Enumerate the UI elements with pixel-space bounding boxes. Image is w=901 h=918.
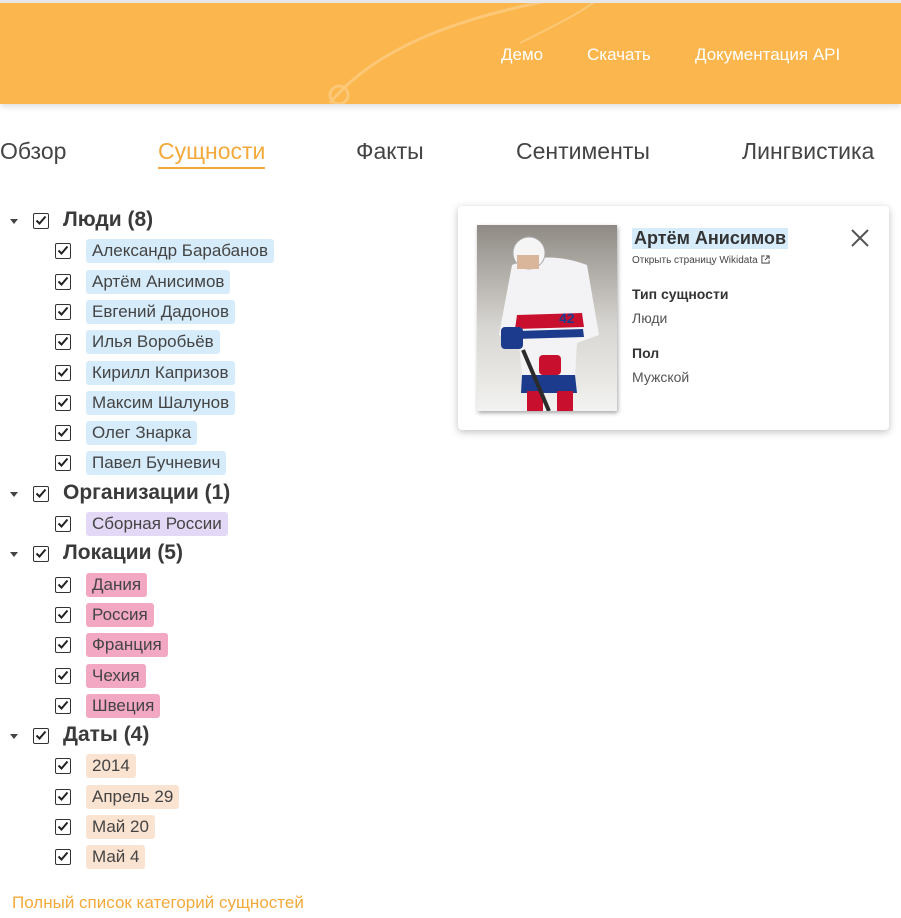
entity-chip[interactable]: Чехия: [86, 663, 146, 688]
entity-chip[interactable]: Швеция: [86, 693, 161, 718]
close-icon: [851, 229, 869, 247]
entity-checkbox[interactable]: [55, 303, 71, 320]
external-link-icon: [760, 255, 770, 264]
nav-demo-link[interactable]: Демо: [501, 45, 543, 65]
entity-chip[interactable]: 2014: [86, 754, 136, 779]
entity-chip[interactable]: Евгений Дадонов: [86, 299, 235, 324]
entity-checkbox[interactable]: [55, 334, 71, 351]
category-label: Даты (4): [63, 723, 150, 747]
nav-download-link[interactable]: Скачать: [587, 45, 651, 65]
entity-chip[interactable]: Май 4: [86, 845, 146, 870]
top-header: Демо Скачать Документация API: [0, 0, 901, 104]
entity-checkbox[interactable]: [55, 667, 71, 684]
tab-facts[interactable]: Факты: [356, 138, 424, 165]
entity-checkbox[interactable]: [55, 819, 71, 835]
entity-chip[interactable]: Павел Бучневич: [86, 451, 227, 476]
entity-checkbox[interactable]: [55, 606, 71, 623]
entity-chip[interactable]: Франция: [86, 633, 168, 658]
category-checkbox[interactable]: [33, 728, 49, 745]
entity-checkbox[interactable]: [55, 455, 71, 472]
entity-checkbox[interactable]: [55, 243, 71, 260]
wikidata-link-label: Открыть страницу Wikidata: [632, 255, 758, 266]
entity-chip[interactable]: Апрель 29: [86, 784, 180, 809]
gender-label: Пол: [632, 345, 660, 361]
entity-checkbox[interactable]: [55, 788, 71, 805]
entity-type-label: Тип сущности: [632, 286, 729, 302]
entity-checkbox[interactable]: [55, 516, 71, 532]
entity-chip[interactable]: Максим Шалунов: [86, 390, 236, 415]
tab-linguistics[interactable]: Лингвистика: [742, 138, 874, 165]
entity-chip[interactable]: Кирилл Капризов: [86, 360, 235, 385]
entity-checkbox[interactable]: [55, 364, 71, 381]
full-category-list-link[interactable]: Полный список категорий сущностей: [12, 893, 304, 913]
category-label: Организации (1): [63, 480, 231, 504]
entity-chip[interactable]: Дания: [86, 572, 148, 597]
entity-name: Артём Анисимов: [632, 228, 789, 249]
entity-photo: 42: [477, 225, 617, 411]
tab-sentiments[interactable]: Сентименты: [516, 138, 650, 165]
category-checkbox[interactable]: [33, 546, 49, 563]
entity-type-value: Люди: [632, 310, 668, 326]
category-label: Люди (8): [63, 208, 154, 231]
category-label: Локации (5): [63, 541, 183, 565]
collapse-caret-icon[interactable]: [10, 734, 18, 740]
entity-chip[interactable]: Илья Воробьёв: [86, 330, 220, 355]
entity-checkbox[interactable]: [55, 425, 71, 442]
nav-api-docs-link[interactable]: Документация API: [695, 45, 840, 65]
entity-chip[interactable]: Олег Знарка: [86, 421, 198, 446]
entity-checkbox[interactable]: [55, 637, 71, 654]
entity-checkbox[interactable]: [55, 849, 71, 866]
collapse-caret-icon[interactable]: [10, 491, 18, 497]
entity-checkbox[interactable]: [55, 758, 71, 775]
entity-chip[interactable]: Александр Барабанов: [86, 239, 274, 264]
entity-checkbox[interactable]: [55, 273, 71, 290]
category-checkbox[interactable]: [33, 213, 49, 229]
tab-entities[interactable]: Сущности: [158, 138, 266, 169]
collapse-caret-icon[interactable]: [10, 219, 18, 224]
entity-checkbox[interactable]: [55, 576, 71, 593]
entity-detail-card: 42 Артём Анисимов Открыть страницу Wikid…: [458, 206, 889, 430]
wikidata-link[interactable]: Открыть страницу Wikidata: [632, 255, 770, 266]
entity-chip[interactable]: Россия: [86, 602, 154, 627]
entity-chip[interactable]: Артём Анисимов: [86, 269, 231, 294]
close-card-button[interactable]: [850, 228, 870, 248]
entity-checkbox[interactable]: [55, 394, 71, 411]
collapse-caret-icon[interactable]: [10, 552, 18, 558]
entity-chip[interactable]: Май 20: [86, 815, 155, 839]
entity-checkbox[interactable]: [55, 697, 71, 714]
tab-overview[interactable]: Обзор: [0, 138, 66, 165]
category-checkbox[interactable]: [33, 485, 49, 502]
entity-chip[interactable]: Сборная России: [86, 512, 228, 536]
gender-value: Мужской: [632, 369, 690, 385]
svg-text:42: 42: [559, 310, 575, 326]
